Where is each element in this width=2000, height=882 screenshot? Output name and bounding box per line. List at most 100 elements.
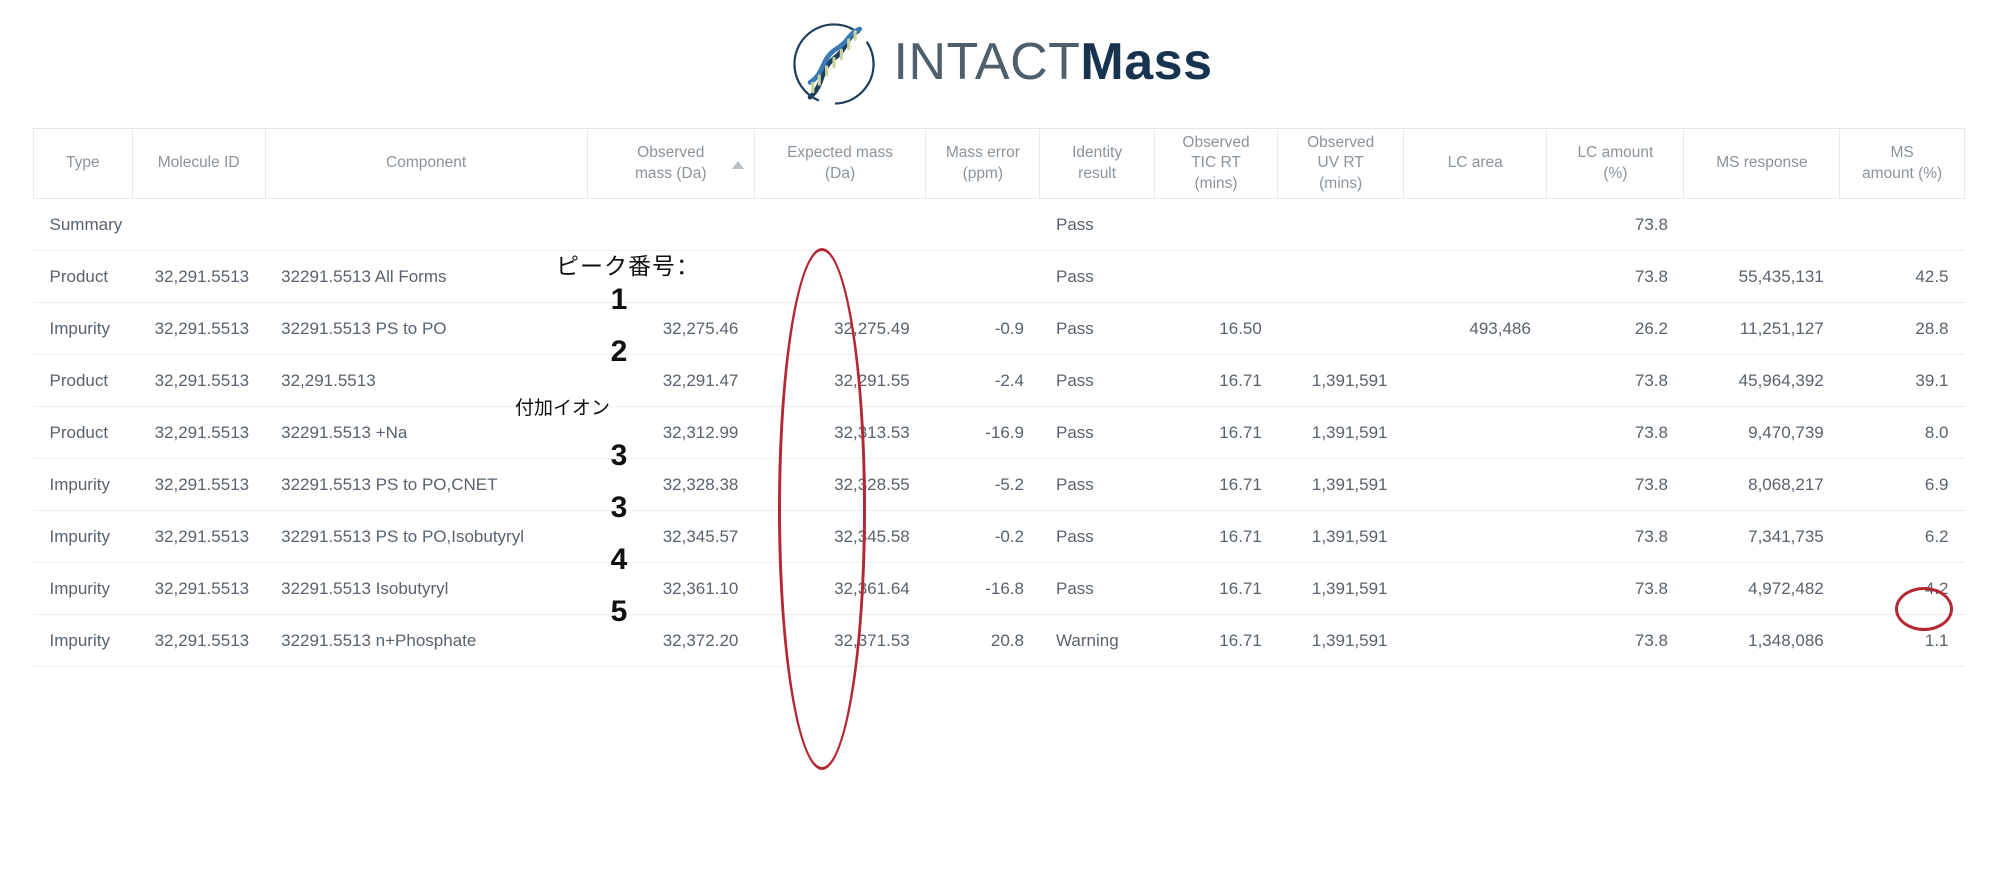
col-header-observed-tic-rt[interactable]: Observed TIC RT (mins)	[1153, 127, 1279, 200]
cell-ms-response	[1683, 198, 1840, 252]
cell-ms-amount: 6.9	[1839, 458, 1965, 512]
app-header: INTACTMass	[0, 0, 2000, 128]
cell-lc-amount: 73.8	[1546, 562, 1684, 616]
cell-observed-mass: 32,312.99	[587, 406, 755, 460]
cell-mass-error: -16.9	[925, 406, 1040, 460]
cell-expected-mass: 32,345.58	[754, 510, 926, 564]
results-table: Type Molecule ID Component Observed mass…	[33, 127, 1965, 668]
table-row[interactable]: Product 32,291.5513 32291.5513 All Forms…	[33, 250, 1965, 304]
table-row[interactable]: Impurity 32,291.5513 32291.5513 PS to PO…	[33, 510, 1965, 564]
sort-ascending-icon[interactable]	[731, 160, 744, 169]
col-header-ms-amount[interactable]: MS amount (%)	[1839, 127, 1965, 200]
cell-component: 32291.5513 Isobutyryl	[265, 562, 588, 616]
cell-ms-response: 9,470,739	[1683, 406, 1840, 460]
cell-molecule-id: 32,291.5513	[132, 354, 266, 408]
cell-uv-rt: 1,391,591	[1277, 406, 1404, 460]
cell-tic-rt	[1154, 250, 1278, 304]
cell-lc-area	[1403, 406, 1547, 460]
app-title-bold: Mass	[1080, 33, 1213, 91]
table-header-row: Type Molecule ID Component Observed mass…	[33, 127, 1965, 200]
cell-type: Summary	[33, 198, 133, 252]
cell-tic-rt: 16.50	[1154, 302, 1278, 356]
cell-mass-error: -0.9	[925, 302, 1040, 356]
cell-lc-area: 493,486	[1403, 302, 1547, 356]
cell-identity-result: Pass	[1039, 302, 1155, 356]
table-row[interactable]: Impurity 32,291.5513 32291.5513 Isobutyr…	[33, 562, 1965, 616]
cell-lc-area	[1403, 198, 1547, 252]
cell-uv-rt: 1,391,591	[1277, 614, 1404, 668]
cell-component	[265, 198, 588, 252]
col-header-molecule-id[interactable]: Molecule ID	[131, 127, 266, 200]
cell-lc-area	[1403, 458, 1547, 512]
cell-ms-amount: 4.2	[1839, 562, 1965, 616]
cell-identity-result: Pass	[1039, 562, 1155, 616]
col-header-uv-rt-line1: Observed	[1307, 134, 1375, 151]
cell-identity-result: Pass	[1039, 406, 1155, 460]
cell-expected-mass: 32,361.64	[754, 562, 926, 616]
cell-uv-rt: 1,391,591	[1277, 562, 1404, 616]
table-row[interactable]: Impurity 32,291.5513 32291.5513 PS to PO…	[33, 302, 1965, 356]
cell-uv-rt	[1277, 250, 1404, 304]
col-header-tic-rt-line1: Observed	[1182, 134, 1250, 151]
cell-observed-mass	[587, 250, 755, 304]
col-header-lc-area[interactable]: LC area	[1402, 127, 1548, 200]
cell-type: Product	[33, 250, 133, 304]
cell-observed-mass: 32,275.46	[587, 302, 755, 356]
cell-tic-rt	[1154, 198, 1278, 252]
cell-component: 32,291.5513	[265, 354, 588, 408]
table-row[interactable]: Product 32,291.5513 32,291.5513 32,291.4…	[33, 354, 1965, 408]
cell-molecule-id: 32,291.5513	[132, 562, 266, 616]
col-header-tic-rt-line2: TIC RT	[1191, 154, 1241, 172]
app-title: INTACTMass	[894, 36, 1213, 92]
col-header-lc-amount-line1: LC amount	[1577, 144, 1654, 162]
cell-molecule-id: 32,291.5513	[132, 406, 266, 460]
cell-tic-rt: 16.71	[1154, 562, 1278, 616]
col-header-component-label: Component	[386, 154, 467, 172]
col-header-lc-amount[interactable]: LC amount (%)	[1546, 127, 1685, 200]
col-header-observed-uv-rt[interactable]: Observed UV RT (mins)	[1277, 127, 1404, 200]
cell-tic-rt: 16.71	[1154, 406, 1278, 460]
col-header-mass-error[interactable]: Mass error (ppm)	[925, 127, 1041, 200]
table-row[interactable]: Summary Pass 73.8	[33, 198, 1965, 252]
cell-component: 32291.5513 n+Phosphate	[265, 614, 588, 668]
cell-identity-result: Pass	[1039, 198, 1155, 252]
cell-mass-error	[925, 250, 1040, 304]
cell-observed-mass: 32,328.38	[587, 458, 755, 512]
col-header-mass-error-line1: Mass error	[945, 144, 1020, 162]
cell-mass-error: -2.4	[925, 354, 1040, 408]
col-header-identity-line2: result	[1078, 164, 1117, 182]
cell-type: Impurity	[33, 510, 133, 564]
cell-molecule-id: 32,291.5513	[132, 614, 266, 668]
col-header-expected-mass-line2: (Da)	[824, 164, 856, 182]
cell-molecule-id: 32,291.5513	[132, 510, 266, 564]
cell-ms-response: 1,348,086	[1683, 614, 1840, 668]
cell-observed-mass: 32,372.20	[587, 614, 755, 668]
col-header-ms-response[interactable]: MS response	[1683, 127, 1841, 200]
col-header-identity-line1: Identity	[1072, 144, 1123, 162]
cell-expected-mass: 32,313.53	[754, 406, 926, 460]
col-header-component[interactable]: Component	[264, 127, 588, 200]
cell-ms-amount: 39.1	[1839, 354, 1965, 408]
cell-ms-response: 45,964,392	[1683, 354, 1840, 408]
cell-component: 32291.5513 PS to PO,Isobutyryl	[265, 510, 588, 564]
cell-molecule-id: 32,291.5513	[132, 250, 266, 304]
cell-lc-amount: 73.8	[1546, 510, 1684, 564]
col-header-type[interactable]: Type	[33, 127, 133, 200]
cell-lc-amount: 26.2	[1546, 302, 1684, 356]
table-row[interactable]: Impurity 32,291.5513 32291.5513 PS to PO…	[33, 458, 1965, 512]
table-row[interactable]: Product 32,291.5513 32291.5513 +Na 32,31…	[33, 406, 1965, 460]
cell-lc-amount: 73.8	[1546, 354, 1684, 408]
col-header-observed-mass[interactable]: Observed mass (Da)	[586, 127, 755, 200]
cell-mass-error: 20.8	[925, 614, 1040, 668]
cell-uv-rt: 1,391,591	[1277, 510, 1404, 564]
table-row[interactable]: Impurity 32,291.5513 32291.5513 n+Phosph…	[33, 614, 1965, 668]
cell-tic-rt: 16.71	[1154, 614, 1278, 668]
col-header-observed-mass-line2: mass (Da)	[635, 164, 707, 182]
cell-mass-error: -0.2	[925, 510, 1040, 564]
cell-type: Impurity	[33, 562, 133, 616]
col-header-identity-result[interactable]: Identity result	[1039, 127, 1155, 200]
cell-lc-amount: 73.8	[1546, 250, 1684, 304]
col-header-expected-mass[interactable]: Expected mass (Da)	[753, 127, 927, 200]
cell-component: 32291.5513 PS to PO,CNET	[265, 458, 588, 512]
cell-type: Product	[33, 354, 133, 408]
